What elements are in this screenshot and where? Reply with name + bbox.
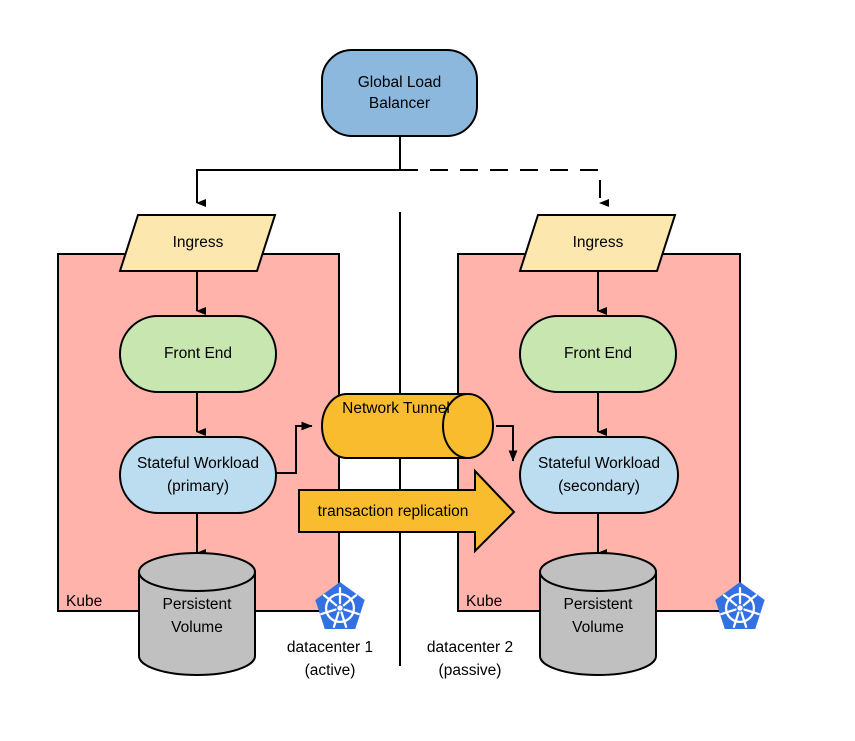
global-load-balancer-label-line2: Balancer xyxy=(369,95,430,112)
kube-zone-label-left: Kube xyxy=(66,593,102,610)
right-persistent-volume-node[interactable] xyxy=(539,552,657,676)
left-persistent-volume-label-line2: Volume xyxy=(171,619,223,636)
lb-to-left-ingress-connector xyxy=(196,169,400,207)
right-frontend-label: Front End xyxy=(564,345,632,362)
left-stateful-workload-label-line2: (primary) xyxy=(167,478,229,495)
lb-to-right-ingress-connector xyxy=(400,169,609,207)
left-stateful-workload-node[interactable] xyxy=(119,436,277,514)
network-tunnel-label: Network Tunnel xyxy=(342,400,450,417)
global-load-balancer-label-line1: Global Load xyxy=(358,74,442,91)
kube-zone-label-right: Kube xyxy=(466,593,502,610)
architecture-diagram: Global Load Balancer Ingress Front End S… xyxy=(57,49,765,679)
datacenter-1-label-line2: (active) xyxy=(305,662,356,679)
left-persistent-volume-node[interactable] xyxy=(138,552,256,676)
right-stateful-workload-label-line2: (secondary) xyxy=(558,478,640,495)
right-persistent-volume-label-line2: Volume xyxy=(572,619,624,636)
right-persistent-volume-label-line1: Persistent xyxy=(564,596,634,613)
datacenter-2-label-line2: (passive) xyxy=(439,662,502,679)
left-persistent-volume-label-line1: Persistent xyxy=(163,596,233,613)
left-ingress-label: Ingress xyxy=(173,234,224,251)
transaction-replication-label: transaction replication xyxy=(318,503,469,520)
right-ingress-label: Ingress xyxy=(573,234,624,251)
diagram-canvas: Global Load Balancer Ingress Front End S… xyxy=(0,0,855,741)
right-stateful-workload-node[interactable] xyxy=(519,436,679,514)
left-frontend-label: Front End xyxy=(164,345,232,362)
right-stateful-workload-label-line1: Stateful Workload xyxy=(538,455,660,472)
datacenter-2-label-line1: datacenter 2 xyxy=(427,639,513,656)
left-stateful-workload-label-line1: Stateful Workload xyxy=(137,455,259,472)
datacenter-1-label-line1: datacenter 1 xyxy=(287,639,373,656)
global-load-balancer-node[interactable] xyxy=(321,49,478,137)
